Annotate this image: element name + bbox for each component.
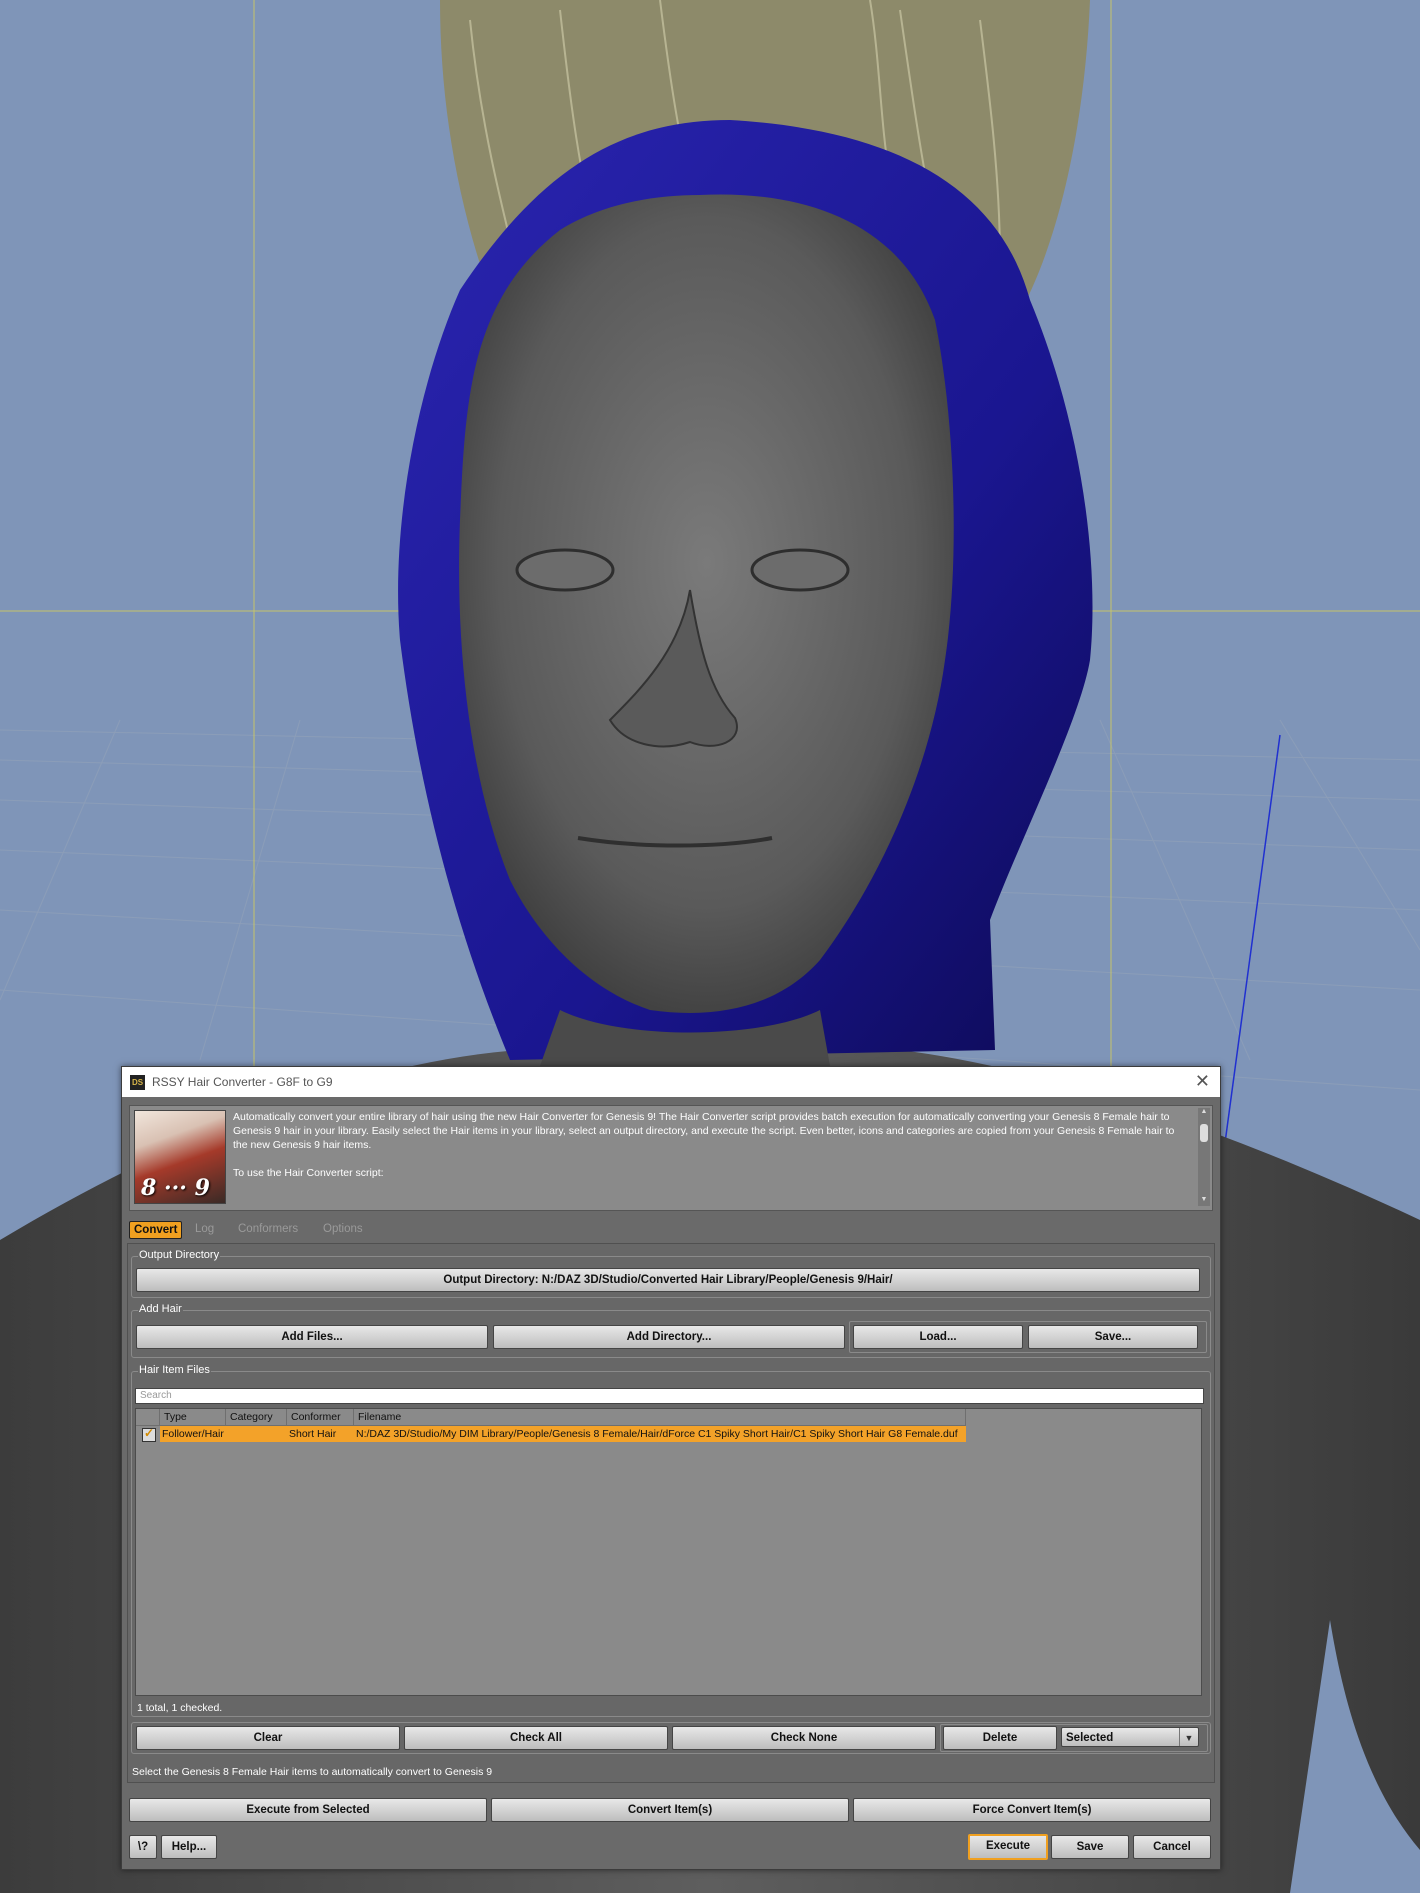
hair-items-table[interactable]: Type Category Conformer Filename Followe…: [135, 1408, 1202, 1696]
output-directory-group-label: Output Directory: [138, 1249, 221, 1261]
cancel-button[interactable]: Cancel: [1133, 1835, 1211, 1859]
convert-panel: Output Directory Output Directory: N:/DA…: [127, 1243, 1215, 1783]
table-row[interactable]: Follower/Hair Short Hair N:/DAZ 3D/Studi…: [136, 1426, 966, 1442]
delete-subgroup: Delete Selected ▼: [940, 1724, 1208, 1752]
force-convert-items-button[interactable]: Force Convert Item(s): [853, 1798, 1211, 1822]
check-none-button[interactable]: Check None: [672, 1726, 936, 1750]
column-header-check: [136, 1409, 160, 1425]
tab-options[interactable]: Options: [319, 1221, 367, 1237]
selection-mode-value: Selected: [1066, 1732, 1114, 1744]
hair-item-files-group: Hair Item Files Search Type Category Con…: [131, 1364, 1211, 1717]
cell-conformer: Short Hair: [287, 1426, 354, 1442]
convert-items-button[interactable]: Convert Item(s): [491, 1798, 849, 1822]
save-button[interactable]: Save: [1051, 1835, 1129, 1859]
description-paragraph: Automatically convert your entire librar…: [233, 1111, 1175, 1151]
status-text: Select the Genesis 8 Female Hair items t…: [132, 1766, 493, 1778]
table-header: Type Category Conformer Filename: [136, 1409, 966, 1426]
scroll-up-icon[interactable]: ▲: [1198, 1108, 1210, 1118]
thumbnail-caption: 8 ··· 9: [141, 1175, 210, 1201]
close-icon[interactable]: ✕: [1195, 1071, 1210, 1092]
description-text: Automatically convert your entire librar…: [233, 1110, 1183, 1204]
list-actions-group: Clear Check All Check None Delete Select…: [131, 1722, 1211, 1754]
add-directory-button[interactable]: Add Directory...: [493, 1325, 845, 1349]
add-hair-group-label: Add Hair: [138, 1303, 183, 1315]
search-input[interactable]: Search: [135, 1388, 1204, 1404]
selection-mode-select[interactable]: Selected ▼: [1061, 1727, 1199, 1747]
dialog-title: RSSY Hair Converter - G8F to G9: [152, 1075, 333, 1089]
execute-from-selected-button[interactable]: Execute from Selected: [129, 1798, 487, 1822]
description-paragraph: To use the Hair Converter script:: [233, 1167, 384, 1179]
column-header-category[interactable]: Category: [226, 1409, 287, 1425]
row-checkbox[interactable]: [142, 1426, 156, 1442]
description-box: 8 ··· 9 Automatically convert your entir…: [129, 1105, 1213, 1211]
whats-this-icon: \?: [137, 1841, 149, 1853]
load-button[interactable]: Load...: [853, 1325, 1023, 1349]
cell-type: Follower/Hair: [160, 1426, 226, 1442]
add-hair-group: Add Hair Add Files... Add Directory... L…: [131, 1303, 1211, 1358]
dialog-titlebar[interactable]: DS RSSY Hair Converter - G8F to G9 ✕: [122, 1067, 1220, 1097]
whats-this-button[interactable]: \?: [129, 1835, 157, 1859]
item-count-text: 1 total, 1 checked.: [137, 1702, 223, 1714]
clear-button[interactable]: Clear: [136, 1726, 400, 1750]
tab-convert[interactable]: Convert: [129, 1221, 183, 1239]
delete-button[interactable]: Delete: [943, 1726, 1057, 1750]
tab-conformers[interactable]: Conformers: [234, 1221, 302, 1237]
hair-converter-dialog: DS RSSY Hair Converter - G8F to G9 ✕ 8 ·…: [121, 1066, 1221, 1870]
description-scrollbar[interactable]: ▲ ▼: [1198, 1108, 1210, 1206]
help-button[interactable]: Help...: [161, 1835, 217, 1859]
cell-filename: N:/DAZ 3D/Studio/My DIM Library/People/G…: [354, 1426, 966, 1442]
load-save-subgroup: Load... Save...: [849, 1321, 1207, 1353]
column-header-conformer[interactable]: Conformer: [287, 1409, 354, 1425]
save-list-button[interactable]: Save...: [1028, 1325, 1198, 1349]
add-files-button[interactable]: Add Files...: [136, 1325, 488, 1349]
product-thumbnail: 8 ··· 9: [134, 1110, 226, 1204]
scrollbar-thumb[interactable]: [1200, 1124, 1208, 1142]
execute-button[interactable]: Execute: [968, 1834, 1048, 1860]
daz-studio-app-icon: DS: [130, 1075, 145, 1090]
chevron-down-icon: ▼: [1179, 1728, 1198, 1746]
output-directory-group: Output Directory Output Directory: N:/DA…: [131, 1249, 1211, 1298]
scroll-down-icon[interactable]: ▼: [1198, 1196, 1210, 1206]
output-directory-button[interactable]: Output Directory: N:/DAZ 3D/Studio/Conve…: [136, 1268, 1200, 1292]
column-header-filename[interactable]: Filename: [354, 1409, 966, 1425]
hair-item-files-group-label: Hair Item Files: [138, 1364, 211, 1376]
cell-category: [226, 1426, 287, 1442]
column-header-type[interactable]: Type: [160, 1409, 226, 1425]
tab-log[interactable]: Log: [191, 1221, 218, 1237]
check-all-button[interactable]: Check All: [404, 1726, 668, 1750]
